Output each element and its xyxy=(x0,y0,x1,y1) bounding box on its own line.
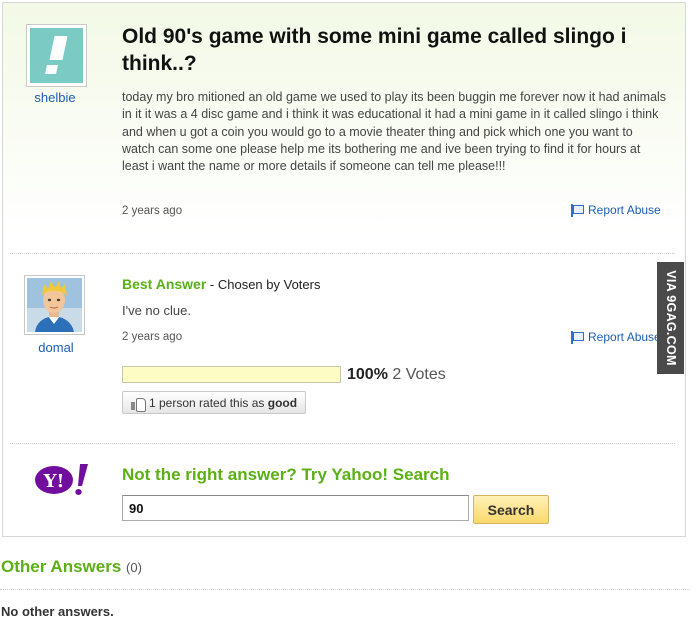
answer-text: I've no clue. xyxy=(122,303,191,318)
question-username[interactable]: shelbie xyxy=(20,90,90,105)
search-button[interactable]: Search xyxy=(473,495,549,524)
answer-username[interactable]: domal xyxy=(21,340,91,355)
flag-icon xyxy=(571,203,584,217)
qa-card xyxy=(2,2,686,537)
other-answers-title: Other Answers xyxy=(1,557,122,576)
rating-button[interactable]: 1 person rated this as good xyxy=(122,391,307,414)
question-avatar[interactable] xyxy=(26,24,87,87)
other-answers-count: (0) xyxy=(126,560,142,575)
vote-summary: 100% 2 Votes xyxy=(347,366,446,384)
report-abuse-label: Report Abuse xyxy=(588,330,661,344)
divider xyxy=(10,253,675,254)
report-abuse-label: Report Abuse xyxy=(588,203,661,217)
best-answer-heading: Best Answer - Chosen by Voters xyxy=(122,276,320,292)
vote-count: 2 Votes xyxy=(392,366,446,383)
divider xyxy=(10,443,675,444)
flag-icon xyxy=(571,330,584,344)
vote-percent: 100% xyxy=(347,366,388,383)
no-other-answers-text: No other answers. xyxy=(1,604,114,619)
search-input[interactable] xyxy=(122,495,469,521)
question-body: today my bro mitioned an old game we use… xyxy=(122,90,667,174)
chosen-by-label: - Chosen by Voters xyxy=(206,277,321,292)
exclamation-avatar-icon xyxy=(30,28,83,83)
rated-text: 1 person rated this as good xyxy=(149,395,298,410)
yahoo-logo-icon: Y! xyxy=(35,464,88,495)
svg-text:Y!: Y! xyxy=(43,471,65,492)
thumbs-up-icon xyxy=(131,396,146,412)
question-report-abuse-link[interactable]: Report Abuse xyxy=(571,203,661,217)
answer-timestamp: 2 years ago xyxy=(122,331,183,343)
question-timestamp: 2 years ago xyxy=(122,205,183,217)
best-answer-label: Best Answer xyxy=(122,276,207,292)
answer-avatar[interactable] xyxy=(24,275,85,335)
divider xyxy=(0,589,690,590)
question-title: Old 90's game with some mini game called… xyxy=(122,25,627,75)
answer-report-abuse-link[interactable]: Report Abuse xyxy=(571,330,661,344)
vote-progress-bar xyxy=(122,366,341,383)
watermark-text: VIA 9GAG.COM xyxy=(663,270,678,366)
other-answers-heading: Other Answers (0) xyxy=(1,557,142,577)
9gag-watermark: VIA 9GAG.COM xyxy=(657,262,684,374)
cartoon-person-avatar-icon xyxy=(27,278,82,332)
search-prompt-title: Not the right answer? Try Yahoo! Search xyxy=(122,465,450,484)
